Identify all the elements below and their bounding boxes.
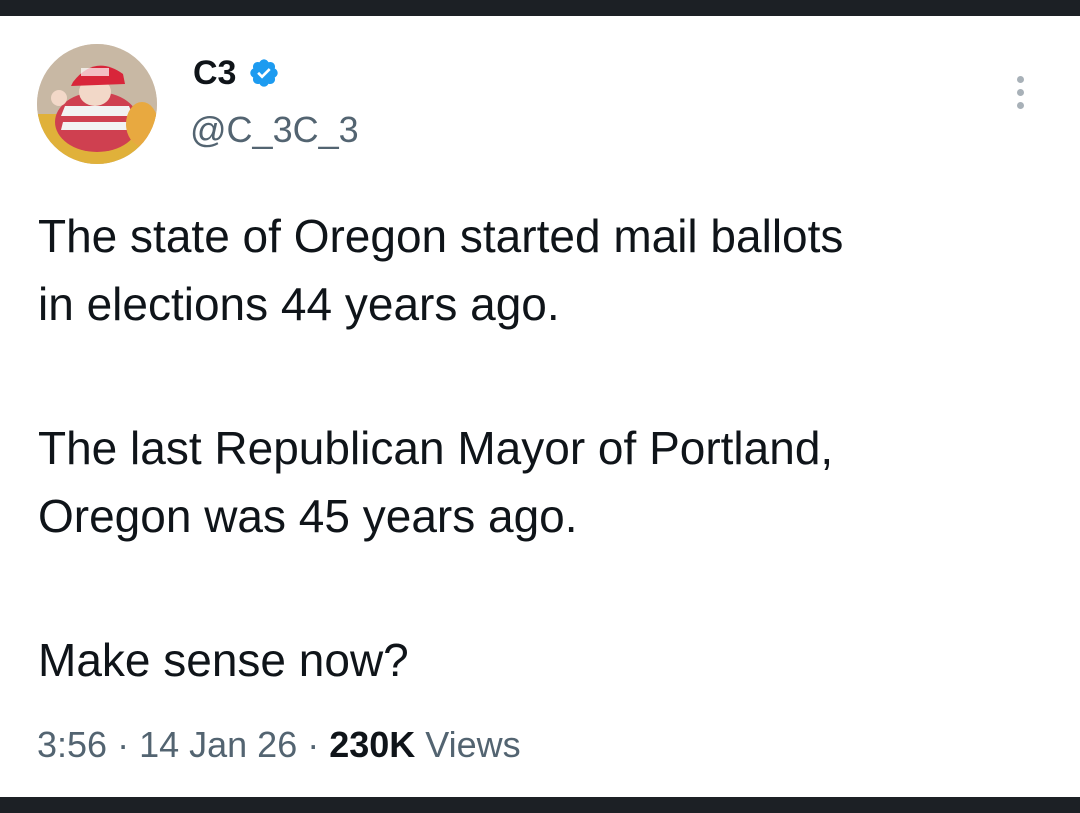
bottom-bar — [0, 797, 1080, 813]
avatar-photo — [37, 44, 157, 164]
meta-separator: · — [297, 724, 330, 765]
author-handle[interactable]: @C_3C_3 — [190, 108, 359, 152]
top-bar — [0, 0, 1080, 16]
more-options-icon[interactable] — [1010, 76, 1030, 114]
tweet-meta: 3:56 · 14 Jan 26 · 230K Views — [37, 722, 521, 768]
verified-badge-icon — [250, 59, 279, 87]
meta-separator: · — [107, 724, 140, 765]
tweet-paragraph: The last Republican Mayor of Portland, O… — [38, 422, 834, 542]
views-label[interactable]: Views — [415, 724, 520, 765]
tweet-time[interactable]: 3:56 — [37, 724, 107, 765]
tweet-paragraph: The state of Oregon started mail ballots… — [38, 210, 844, 330]
views-count[interactable]: 230K — [329, 724, 415, 765]
tweet-date[interactable]: 14 Jan 26 — [139, 724, 297, 765]
more-dot — [1016, 89, 1024, 96]
avatar[interactable] — [37, 44, 157, 164]
tweet-paragraph: Make sense now? — [38, 634, 409, 686]
tweet-card: C3 @C_3C_3 The state of Oregon started m… — [0, 16, 1080, 797]
author-name-row[interactable]: C3 — [193, 53, 280, 93]
author-display-name[interactable]: C3 — [193, 53, 236, 93]
tweet-text: The state of Oregon started mail ballots… — [38, 202, 1048, 694]
more-dot — [1016, 76, 1024, 83]
more-dot — [1016, 102, 1024, 109]
